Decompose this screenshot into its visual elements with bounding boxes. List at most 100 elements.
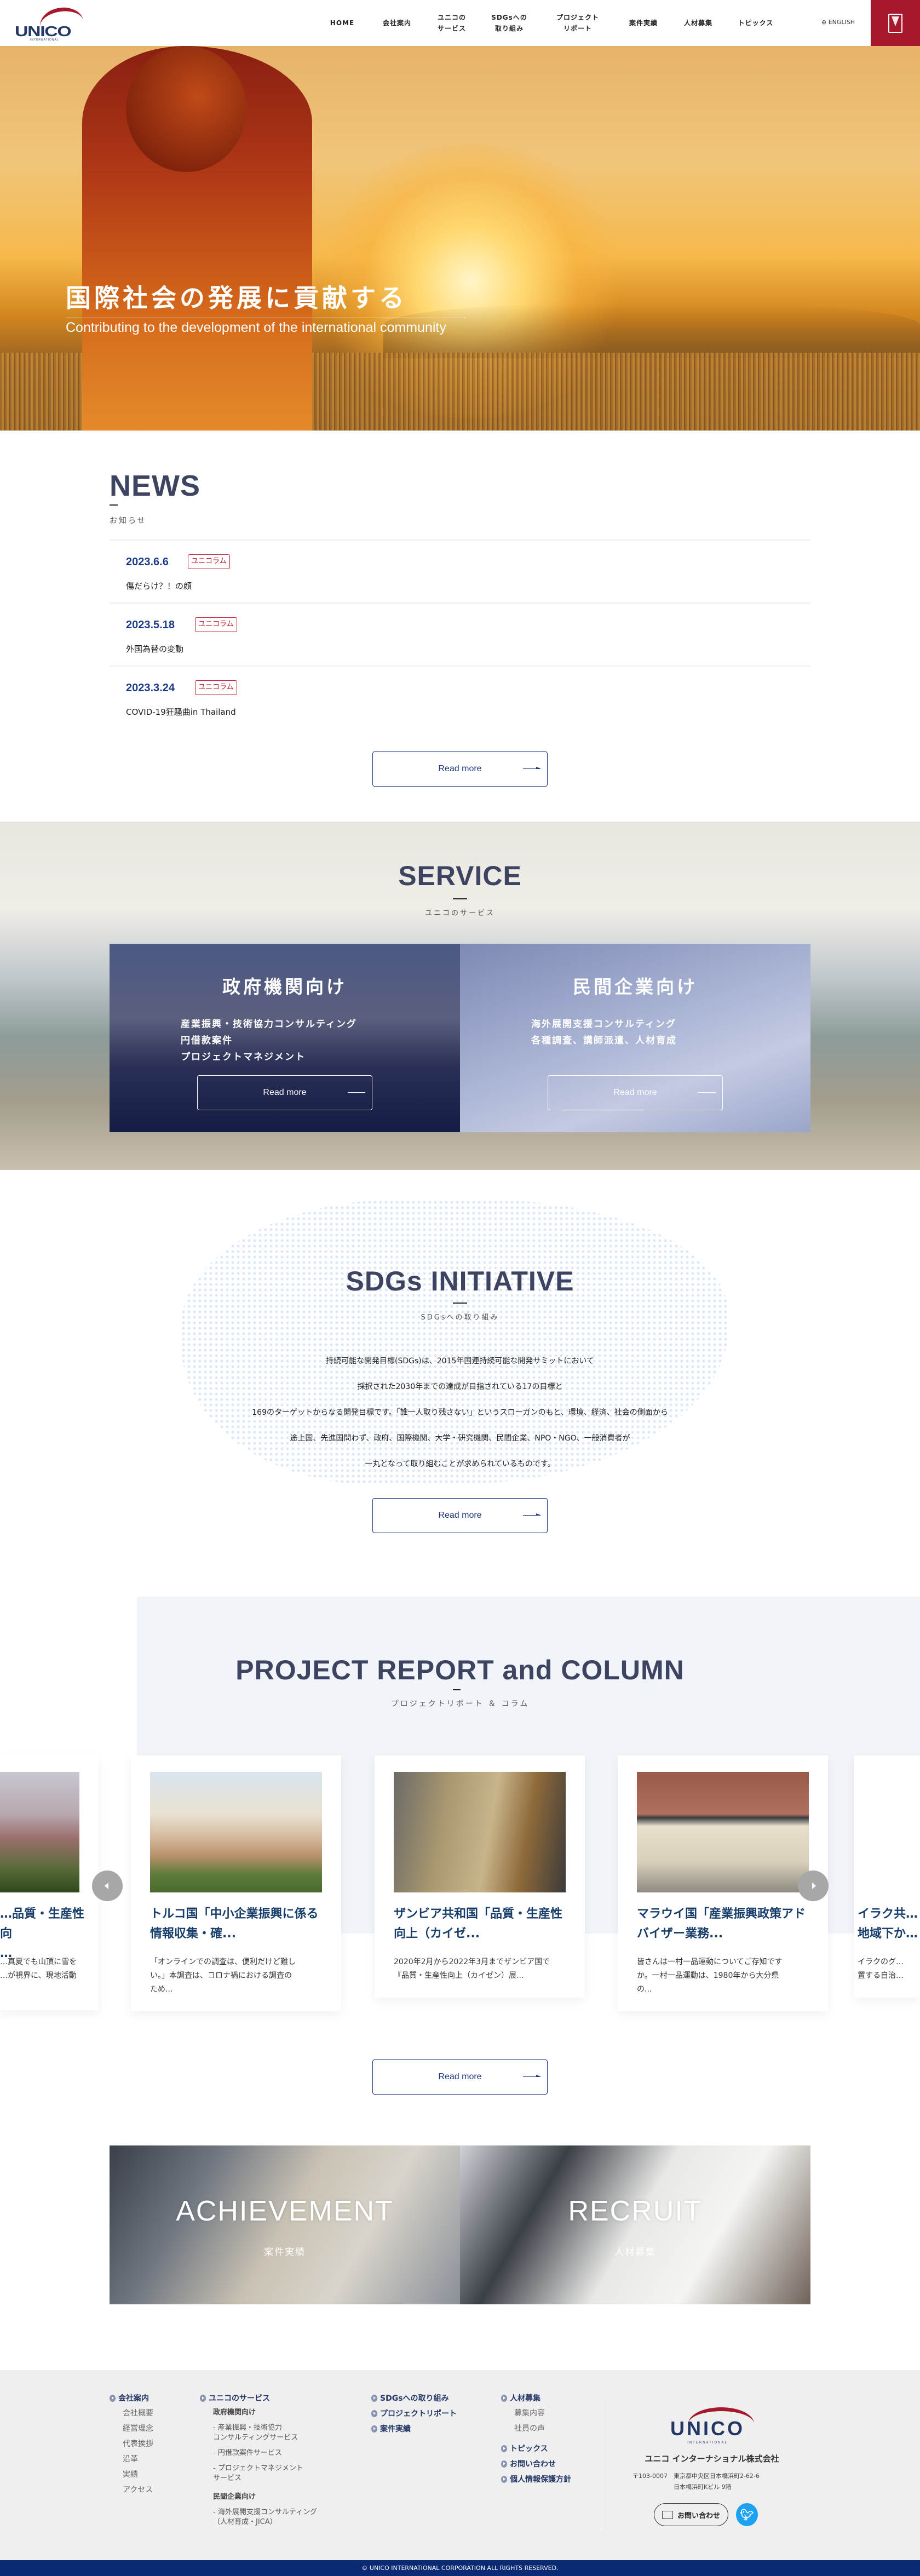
project-card-excerpt: …真夏でも山頂に雪を …が視界に、現地活動 — [0, 1958, 77, 1980]
news-title-link[interactable]: 外国為替の変動 — [126, 643, 183, 655]
banner-title: RECRUIT — [568, 2195, 703, 2227]
project-card-title: マラウイ国「産業振興政策アド バイザー業務... — [637, 1907, 806, 1941]
footer-link[interactable]: 経営理念 — [110, 2421, 153, 2436]
footer-link[interactable]: 案件実績 — [371, 2421, 457, 2436]
footer-link[interactable]: 会社概要 — [110, 2406, 153, 2421]
sdgs-line: 持続可能な開発目標(SDGs)は、2015年国連持続可能な開発サミットにおいて — [326, 1357, 594, 1366]
footer-link[interactable]: 実績 — [110, 2467, 153, 2482]
nav-label: 人材募集 — [683, 19, 712, 27]
project-card[interactable]: マラウイ国「産業振興政策アド バイザー業務... 皆さんは一村一品運動についてご… — [618, 1755, 828, 2011]
news-date: 2023.5.18 — [126, 619, 175, 631]
project-image-malawi — [637, 1772, 809, 1892]
footer-head: ユニコのサービス — [209, 2394, 270, 2403]
footer-link[interactable]: 会社案内 — [110, 2390, 153, 2406]
service-card-government[interactable]: 政府機関向け 産業振興・技術協力コンサルティング 円借款案件 プロジェクトマネジ… — [110, 944, 460, 1132]
arrow-right-icon — [348, 1092, 365, 1093]
service-read-more-button[interactable]: Read more — [548, 1075, 723, 1110]
footer-link[interactable]: 募集内容 — [501, 2406, 571, 2421]
nav-topics[interactable]: トピックス — [734, 0, 778, 46]
news-category-tag: ユニコラム — [195, 680, 237, 695]
footer-link[interactable]: アクセス — [110, 2482, 153, 2498]
project-card[interactable]: …品質・生産性向 … …真夏でも山頂に雪を …が視界に、現地活動 — [0, 1755, 99, 2010]
sdgs-line: 採択された2030年までの達成が目指されている17の目標と — [357, 1382, 563, 1391]
footer-link[interactable]: - 産業振興・技術協力 コンサルティングサービス — [200, 2423, 317, 2443]
site-header: UNICO INTERNATIONAL HOME 会社案内 ユニコの サービス … — [0, 0, 920, 46]
project-card[interactable]: トルコ国「中小企業振興に係る 情報収集・確... 「オンラインでの調査は、便利だ… — [131, 1755, 341, 2011]
footer-link[interactable]: ユニコのサービス — [200, 2390, 317, 2406]
footer-col-4: 人材募集 募集内容 社員の声 トピックス お問い合わせ 個人情報保護方針 — [501, 2390, 571, 2487]
recruit-banner[interactable]: RECRUIT 人材募集 — [460, 2145, 810, 2304]
project-image-mountain — [0, 1772, 79, 1892]
service-list: 産業振興・技術協力コンサルティング 円借款案件 プロジェクトマネジメント — [181, 1016, 460, 1065]
contact-button[interactable]: お問い合わせ — [654, 2503, 728, 2526]
nav-recruit[interactable]: 人材募集 — [679, 0, 717, 46]
project-card-excerpt: 皆さんは一村一品運動についてご存知です か。一村一品運動は、1980年から大分県… — [637, 1958, 783, 1994]
footer-link[interactable]: SDGsへの取り組み — [371, 2390, 457, 2406]
news-title-link[interactable]: 傷だらけ？！の顔 — [126, 580, 192, 592]
nav-home[interactable]: HOME — [326, 0, 359, 46]
sdgs-title: SDGs INITIATIVE — [346, 1266, 574, 1296]
news-item[interactable]: 2023.5.18 ユニコラム 外国為替の変動 — [110, 603, 810, 665]
footer-link[interactable]: - 円借款案件サービス — [200, 2448, 317, 2458]
copyright: © UNICO INTERNATIONAL CORPORATION ALL RI… — [0, 2560, 920, 2576]
footer-head: 案件実績 — [380, 2425, 411, 2434]
hero-subtitle: Contributing to the development of the i… — [66, 320, 446, 335]
project-card[interactable]: イラク共… 地域下か… イラクのグ… 置する自治… — [854, 1755, 920, 1998]
footer-head: SDGsへの取り組み — [380, 2394, 449, 2403]
banner-subtitle: 案件実績 — [264, 2247, 306, 2258]
footer-link[interactable]: トピックス — [501, 2441, 571, 2456]
projects-read-more-button[interactable]: Read more — [372, 2059, 548, 2095]
footer-link[interactable]: - 海外展開支援コンサルティング （人材育成・JICA） — [200, 2508, 317, 2527]
arrow-right-icon — [523, 767, 540, 769]
news-item[interactable]: 2023.6.6 ユニコラム 傷だらけ？！の顔 — [110, 540, 810, 603]
circle-arrow-icon — [371, 2425, 377, 2432]
arrow-right-icon — [698, 1092, 716, 1093]
sdgs-line: 一丸となって取り組むことが求められているものです。 — [365, 1460, 555, 1468]
footer-link[interactable]: 個人情報保護方針 — [501, 2471, 571, 2487]
service-read-more-button[interactable]: Read more — [197, 1075, 372, 1110]
service-card-private[interactable]: 民間企業向け 海外展開支援コンサルティング 各種調査、講師派遣、人材育成 Rea… — [460, 944, 810, 1132]
nav-sdgs[interactable]: SDGsへの 取り組み — [487, 0, 531, 46]
nav-services[interactable]: ユニコの サービス — [433, 0, 471, 46]
project-card-title: トルコ国「中小企業振興に係る 情報収集・確... — [150, 1907, 319, 1941]
sdgs-line: 途上国、先進国問わず、政府、国際機関、大学・研究機関、民間企業、NPO・NGO、… — [290, 1434, 630, 1443]
project-card[interactable]: ザンビア共和国「品質・生産性 向上（カイゼ... 2020年2月から2022年3… — [375, 1755, 585, 1998]
sdgs-read-more-button[interactable]: Read more — [372, 1498, 548, 1533]
sdgs-line: 169のターゲットからなる開発目標です。「誰一人取り残さない」というスローガンの… — [252, 1408, 668, 1417]
footer-link[interactable]: プロジェクトリポート — [371, 2406, 457, 2421]
nav-project-report[interactable]: プロジェクト リポート — [550, 0, 605, 46]
news-date: 2023.6.6 — [126, 556, 169, 568]
language-switch[interactable]: ⊕ ENGLISH — [821, 19, 855, 26]
news-read-more-button[interactable]: Read more — [372, 751, 548, 787]
footer-link[interactable]: お問い合わせ — [501, 2456, 571, 2471]
footer-link[interactable]: 代表挨拶 — [110, 2436, 153, 2452]
nav-achievements[interactable]: 案件実績 — [624, 0, 663, 46]
nav-company[interactable]: 会社案内 — [378, 0, 416, 46]
service-list: 海外展開支援コンサルティング 各種調査、講師派遣、人材育成 — [531, 1016, 810, 1049]
news-title: NEWS — [110, 469, 200, 502]
banner-title: ACHIEVEMENT — [176, 2195, 394, 2227]
news-item[interactable]: 2023.3.24 ユニコラム COVID-19狂騒曲in Thailand — [110, 665, 810, 728]
footer-col-company: 会社案内 会社概要 経営理念 代表挨拶 沿革 実績 アクセス — [110, 2390, 153, 2498]
twitter-icon[interactable]: 🐦︎ — [736, 2503, 758, 2526]
footer-link[interactable]: - プロジェクトマネジメント サービス — [200, 2464, 317, 2483]
carousel-next-button[interactable] — [798, 1871, 829, 1901]
button-label: お問い合わせ — [677, 2511, 720, 2520]
button-label: Read more — [263, 1088, 307, 1097]
news-title-link[interactable]: COVID-19狂騒曲in Thailand — [126, 706, 236, 718]
carousel-prev-button[interactable] — [92, 1871, 123, 1901]
logo-subtext: INTERNATIONAL — [30, 38, 59, 42]
footer-link[interactable]: 人材募集 — [501, 2390, 571, 2406]
sdgs-subtitle: SDGsへの取り組み — [421, 1313, 499, 1322]
footer-head: 個人情報保護方針 — [510, 2475, 571, 2484]
achievement-banner[interactable]: ACHIEVEMENT 案件実績 — [110, 2145, 460, 2304]
nav-label: プロジェクト リポート — [556, 14, 599, 32]
footer-link[interactable]: 社員の声 — [501, 2421, 571, 2436]
menu-button[interactable] — [871, 0, 920, 46]
footer-link[interactable]: 沿革 — [110, 2452, 153, 2467]
service-item: 産業振興・技術協力コンサルティング — [181, 1019, 357, 1030]
news-subtitle: お知らせ — [110, 517, 147, 525]
title-dash — [453, 898, 467, 899]
footer-head: 会社案内 — [118, 2394, 149, 2403]
unico-logo[interactable]: UNICO INTERNATIONAL — [14, 4, 90, 44]
